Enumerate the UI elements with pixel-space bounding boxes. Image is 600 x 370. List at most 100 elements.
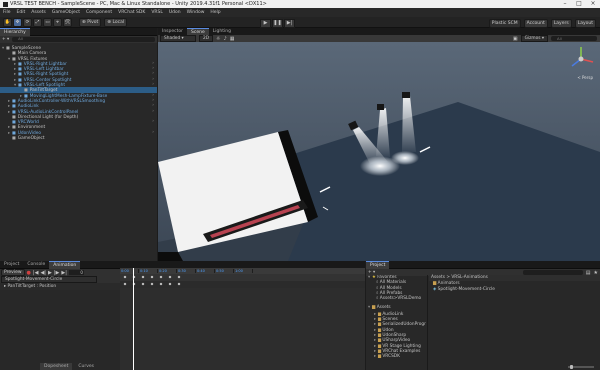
scene-toolbar: Shaded ▾ 2D ☼ ♪ ▦ ▣ Gizmos ▾ All	[158, 35, 600, 42]
gameobject-icon: ■	[12, 55, 16, 61]
zoom-slider-knob[interactable]	[570, 365, 573, 369]
gameobject-icon: ■	[12, 50, 16, 56]
scale-tool-icon[interactable]: ⤢	[33, 17, 42, 27]
hierarchy-item[interactable]: ■ GameObject	[0, 135, 157, 142]
playhead[interactable]	[133, 268, 134, 370]
play-button[interactable]: ▶	[260, 19, 271, 28]
prefab-icon: ■	[12, 108, 16, 114]
pause-button[interactable]: ❚❚	[272, 19, 283, 28]
tab-animation[interactable]: Animation	[49, 260, 81, 269]
tab-project[interactable]: Project	[366, 260, 390, 269]
prefab-icon: ■	[18, 66, 22, 72]
move-tool-icon[interactable]: ✥	[13, 17, 22, 27]
tab-hierarchy[interactable]: Hierarchy	[0, 27, 30, 36]
camera-settings-icon[interactable]: ▣	[513, 36, 518, 42]
keyframe-summary-row	[120, 274, 365, 281]
asset-folder-label: VRCSDK	[382, 354, 400, 360]
spotlight-pool-right	[391, 151, 419, 165]
custom-tool-icon[interactable]: 🛠	[63, 17, 72, 27]
hand-tool-icon[interactable]: ✋	[3, 17, 12, 27]
animation-panel: Project Console Animation Preview ● |◀ ◀| …	[0, 260, 365, 370]
shading-dropdown[interactable]: Shaded ▾	[160, 35, 196, 42]
menu-item-vrsl[interactable]: VRSL	[151, 10, 163, 15]
favorite-item-label: All Models	[379, 285, 402, 291]
audio-toggle-icon[interactable]: ♪	[224, 36, 227, 42]
effects-toggle-icon[interactable]: ▦	[230, 36, 235, 42]
tab-inspector[interactable]: Inspector	[158, 28, 187, 35]
favorite-item-label: Assets>VRSLDemo	[379, 296, 422, 302]
gameobject-icon: ■	[12, 124, 16, 130]
prev-key-icon[interactable]: ◀|	[40, 270, 46, 276]
shading-label: Shaded	[164, 36, 181, 41]
menu-item-help[interactable]: Help	[210, 10, 220, 15]
layout-dropdown[interactable]: Layout	[574, 19, 596, 28]
project-file-label: Spotlight-Movement-Circle	[437, 287, 495, 292]
play-anim-icon[interactable]: ▶	[48, 270, 52, 276]
maximize-icon[interactable]: □	[572, 0, 586, 8]
rect-tool-icon[interactable]: ▭	[43, 17, 52, 27]
prefab-icon: ■	[18, 60, 22, 66]
hierarchy-item-label: GameObject	[17, 136, 45, 142]
hierarchy-search-input[interactable]: All	[12, 37, 155, 42]
hierarchy-tree: ▾ ■ SampleScene ■ Main Camera ▾ ■ VRSL Fixtures…	[0, 43, 157, 142]
menu-item-assets[interactable]: Assets	[31, 10, 46, 15]
lighting-toggle-icon[interactable]: ☼	[216, 36, 220, 42]
tab-curves[interactable]: Curves	[74, 363, 98, 370]
transform-tool-icon[interactable]: ⌖	[53, 17, 62, 27]
layers-dropdown[interactable]: Layers	[550, 19, 572, 28]
scene-viewport[interactable]: < Persp	[158, 42, 600, 261]
toolbar-right: Plastic SCM Account Layers Layout	[488, 19, 596, 28]
asset-folder-item[interactable]: ▸ ▆ VRCSDK	[366, 353, 427, 360]
tab-dopesheet[interactable]: Dopesheet	[40, 363, 73, 370]
project-file-item[interactable]: ◈ Spotlight-Movement-Circle	[429, 287, 600, 293]
plastic-scm-button[interactable]: Plastic SCM	[488, 19, 521, 28]
account-button[interactable]: Account	[523, 19, 548, 28]
menu-bar: File Edit Assets GameObject Component VRChat …	[0, 8, 600, 17]
create-button[interactable]: + ▾	[2, 37, 9, 42]
assets-title: Assets	[376, 305, 391, 311]
tab-lighting[interactable]: Lighting	[209, 28, 235, 35]
menu-item-edit[interactable]: Edit	[17, 10, 26, 15]
menu-item-vrchat-sdk[interactable]: VRChat SDK	[118, 10, 145, 15]
tab-console[interactable]: Console	[23, 261, 49, 268]
project-panel: Project + ▾ ▤ ★ ▾ ★ Favorites ⌕ All Mater…	[366, 260, 600, 370]
clip-dropdown[interactable]: Spotlight-Movement-Circle	[1, 276, 97, 283]
tab-project[interactable]: Project	[0, 261, 23, 268]
last-key-icon[interactable]: ▶|	[61, 270, 67, 276]
minimize-icon[interactable]: –	[558, 0, 572, 8]
record-icon[interactable]: ●	[27, 270, 31, 276]
prefab-icon: ■	[24, 92, 28, 98]
pivot-toggle[interactable]: ⊕ Pivot	[79, 17, 102, 27]
menu-item-udon[interactable]: Udon	[169, 10, 181, 15]
menu-item-gameobject[interactable]: GameObject	[52, 10, 80, 15]
first-key-icon[interactable]: |◀	[33, 270, 39, 276]
prefab-icon: ■	[12, 97, 16, 103]
prefab-icon: ■	[18, 71, 22, 77]
hierarchy-toolbar: + ▾ All	[0, 36, 157, 43]
menu-item-file[interactable]: File	[3, 10, 11, 15]
orientation-gizmo[interactable]	[566, 44, 596, 74]
gizmos-dropdown[interactable]: Gizmos ▾	[520, 35, 548, 42]
prefab-icon: ■	[18, 82, 22, 88]
favorite-item-label: All Materials	[379, 280, 407, 286]
ruler-tick-label: 0:00	[120, 269, 139, 273]
local-toggle[interactable]: ⊕ Local	[104, 17, 128, 27]
preview-button[interactable]: Preview	[1, 269, 25, 276]
prefab-icon: ■	[12, 129, 16, 135]
close-icon[interactable]: ×	[586, 0, 600, 8]
menu-item-component[interactable]: Component	[86, 10, 112, 15]
project-file-label: Animators	[437, 281, 460, 286]
2d-toggle[interactable]: 2D	[199, 35, 214, 42]
scene-search-input[interactable]: All	[551, 36, 597, 41]
step-button[interactable]: ▶|	[284, 19, 295, 28]
persp-label[interactable]: < Persp	[577, 75, 593, 80]
next-key-icon[interactable]: |▶	[54, 270, 60, 276]
frame-field[interactable]: 0	[68, 270, 84, 275]
ruler-tick-label: 0:20	[158, 269, 177, 273]
scene-render	[158, 42, 600, 261]
dopesheet[interactable]: 0:00 0:10 0:20 0:30 0:40 0:50 1:00	[120, 268, 365, 370]
project-zoom-slider[interactable]	[568, 365, 594, 369]
rotate-tool-icon[interactable]: ⟳	[23, 17, 32, 27]
menu-item-window[interactable]: Window	[187, 10, 205, 15]
favorite-item[interactable]: ⌕ Assets>VRSLDemo	[366, 296, 427, 301]
